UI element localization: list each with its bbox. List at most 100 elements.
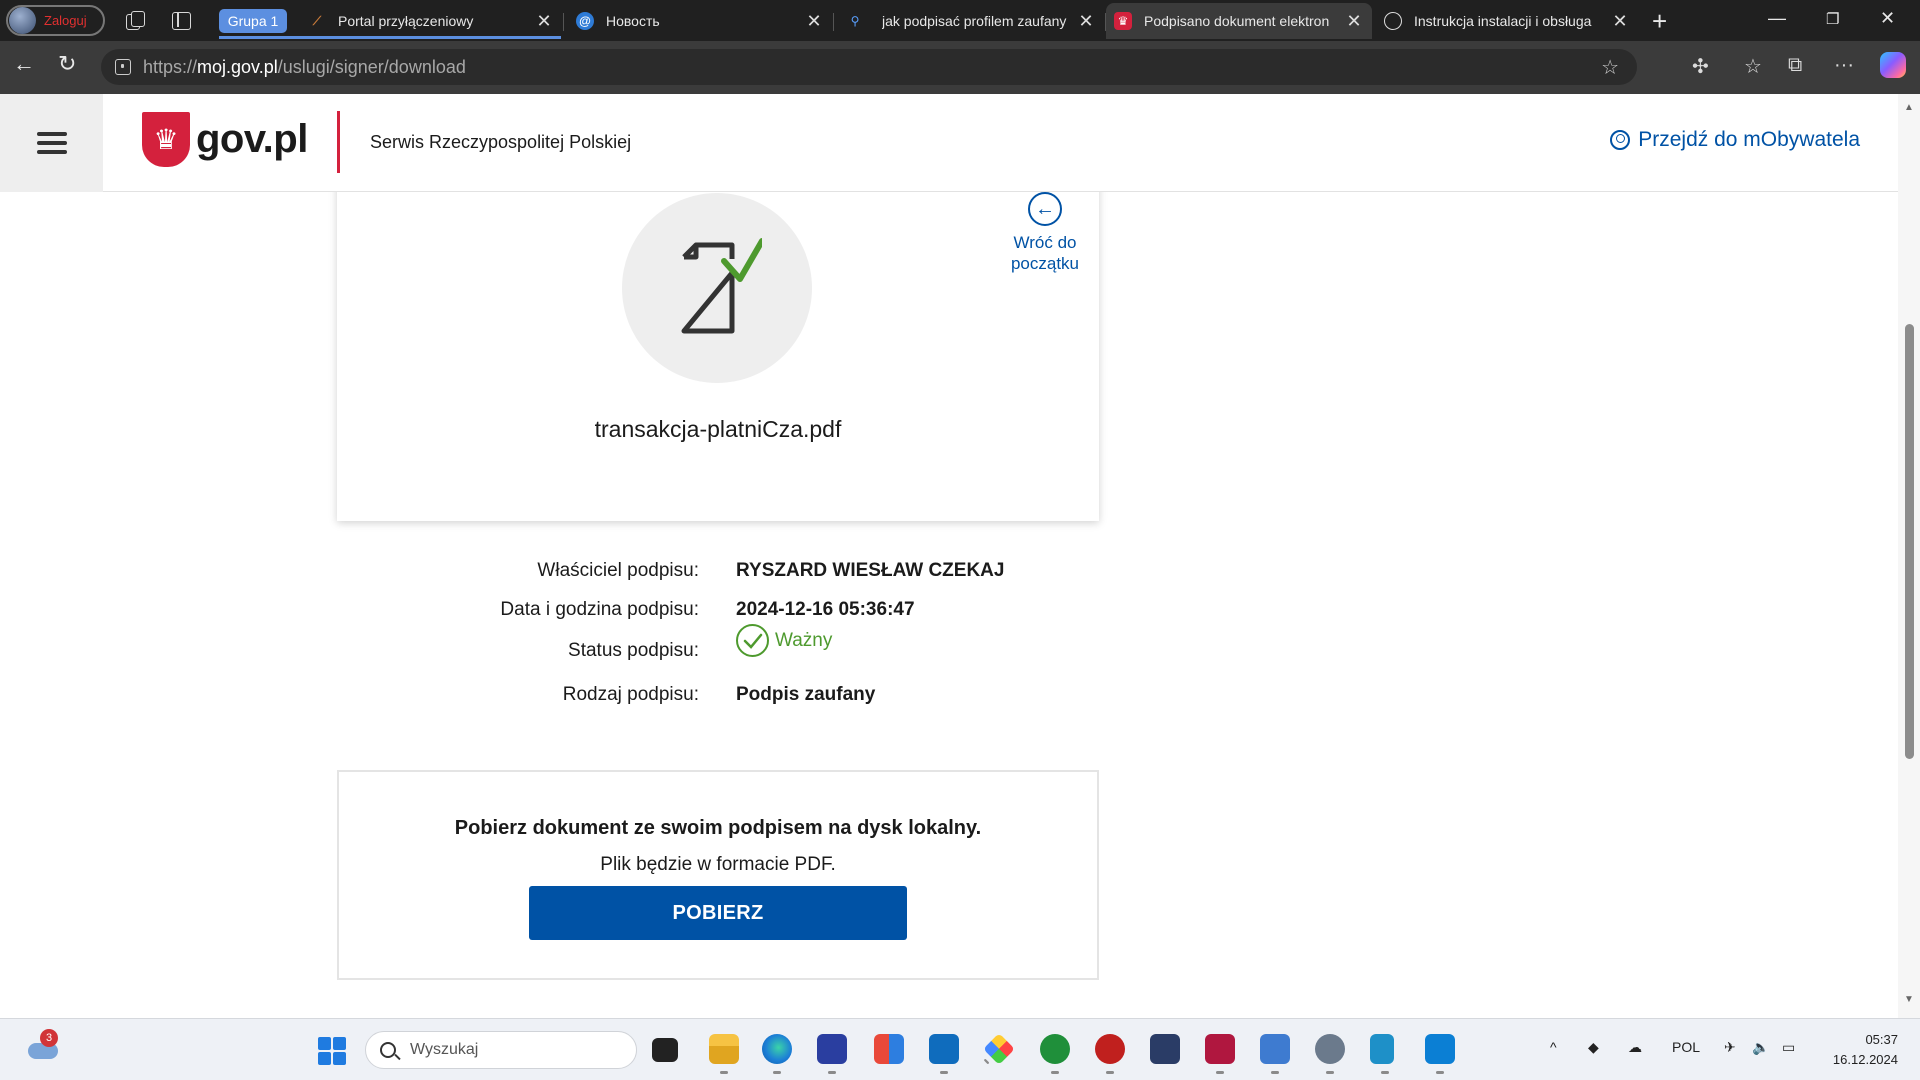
colorful-app-icon[interactable] xyxy=(983,1033,1015,1065)
copilot-icon[interactable] xyxy=(1880,52,1906,78)
site-info-icon[interactable] xyxy=(115,59,131,75)
at-sign-icon: @ xyxy=(576,12,594,30)
close-tab-icon[interactable]: ✕ xyxy=(1076,11,1096,32)
close-tab-icon[interactable]: ✕ xyxy=(1344,11,1364,32)
close-tab-icon[interactable]: ✕ xyxy=(804,11,824,32)
workspaces-icon[interactable] xyxy=(124,10,146,32)
url-path: /uslugi/signer/download xyxy=(277,56,466,77)
tab-title: Instrukcja instalacji i obsługa xyxy=(1414,13,1592,29)
page-scrollbar[interactable]: ▲ ▼ xyxy=(1898,94,1920,1018)
show-hidden-icons[interactable]: ^ xyxy=(1550,1039,1557,1055)
status-value: Ważny xyxy=(736,624,832,657)
menu-button[interactable] xyxy=(0,94,103,192)
clock-time: 05:37 xyxy=(1865,1032,1898,1047)
owner-value: RYSZARD WIESŁAW CZEKAJ xyxy=(736,560,1005,581)
tab-title: Portal przyłączeniowy xyxy=(338,13,474,29)
more-menu-icon[interactable]: ··· xyxy=(1834,54,1854,77)
mobywatel-link[interactable]: Przejdź do mObywatela xyxy=(1610,128,1860,152)
task-view-icon[interactable] xyxy=(652,1038,678,1062)
red-app-icon[interactable] xyxy=(1095,1034,1125,1074)
address-bar[interactable]: https://moj.gov.pl/uslugi/signer/downloa… xyxy=(101,49,1637,85)
browser-toolbar: ← ↻ https://moj.gov.pl/uslugi/signer/dow… xyxy=(0,41,1920,94)
start-button[interactable] xyxy=(318,1037,346,1065)
search-icon: ⚲ xyxy=(850,14,860,28)
favorite-star-icon[interactable]: ☆ xyxy=(1601,55,1619,80)
virtualbox-icon[interactable] xyxy=(1150,1034,1180,1064)
taskbar-search[interactable]: Wyszukaj xyxy=(365,1031,637,1069)
close-window-icon[interactable]: ✕ xyxy=(1880,8,1895,29)
restore-icon[interactable]: ❐ xyxy=(1826,10,1839,28)
tab-title: jak podpisać profilem zaufany xyxy=(882,13,1067,29)
url-text: https://moj.gov.pl/uslugi/signer/downloa… xyxy=(143,57,466,78)
refresh-icon[interactable]: ↻ xyxy=(58,51,76,77)
back-icon[interactable]: ← xyxy=(13,51,35,77)
close-tab-icon[interactable]: ✕ xyxy=(1610,11,1630,32)
download-button[interactable]: POBIERZ xyxy=(529,886,907,940)
notepad-icon[interactable] xyxy=(1370,1034,1394,1074)
volume-icon[interactable]: 🔈 xyxy=(1752,1039,1769,1056)
document-filename: transakcja-platniCza.pdf xyxy=(594,416,842,442)
status-label: Status podpisu: xyxy=(568,640,699,661)
pink-app-icon[interactable] xyxy=(1205,1034,1235,1074)
favorites-icon[interactable]: ☆ xyxy=(1744,54,1762,79)
back-to-start-link[interactable]: ← Wróć do początku xyxy=(990,192,1100,274)
battery-icon[interactable]: ▭ xyxy=(1782,1039,1795,1056)
extensions-icon[interactable]: ✣ xyxy=(1692,54,1709,79)
type-label: Rodzaj podpisu: xyxy=(562,684,699,705)
user-circle-icon xyxy=(1610,130,1631,150)
owner-row: Właściciel podpisu: RYSZARD WIESŁAW CZEK… xyxy=(337,560,1099,582)
arrow-left-circle-icon: ← xyxy=(1028,192,1062,226)
tab-novost[interactable]: @ Новость ✕ xyxy=(570,3,834,39)
close-tab-icon[interactable]: ✕ xyxy=(534,11,554,32)
status-text: Ważny xyxy=(775,629,833,651)
outlook-icon[interactable] xyxy=(929,1034,959,1074)
tab-group-label[interactable]: Grupa 1 xyxy=(219,9,287,33)
status-row: Status podpisu: Ważny xyxy=(337,624,1099,662)
gov-logo[interactable]: ♛ gov.pl xyxy=(142,112,308,167)
language-indicator[interactable]: POL xyxy=(1672,1039,1700,1055)
avatar xyxy=(9,7,36,34)
scrollbar-thumb[interactable] xyxy=(1905,324,1914,759)
date-row: Data i godzina podpisu: 2024-12-16 05:36… xyxy=(337,599,1099,621)
hamburger-icon xyxy=(36,132,67,154)
dropbox-icon[interactable]: ◆ xyxy=(1588,1039,1599,1056)
edge-browser-icon[interactable] xyxy=(762,1034,792,1074)
download-title: Pobierz dokument ze swoim podpisem na dy… xyxy=(454,817,982,839)
back-label-1: Wróć do xyxy=(1013,233,1077,252)
site-header: ♛ gov.pl Serwis Rzeczypospolitej Polskie… xyxy=(0,94,1898,192)
check-circle-icon xyxy=(736,624,769,657)
tab-instructions[interactable]: Instrukcja instalacji i obsługa ✕ xyxy=(1376,3,1638,39)
document-card: ← Wróć do początku transakcja-platniCza.… xyxy=(337,154,1099,521)
scroll-down-icon[interactable]: ▼ xyxy=(1904,994,1914,1005)
profile-button[interactable]: Zaloguj xyxy=(6,5,105,36)
vertical-tabs-icon[interactable] xyxy=(170,10,192,32)
file-explorer-icon[interactable] xyxy=(709,1034,739,1074)
collections-icon[interactable]: ⧉ xyxy=(1788,54,1802,77)
portal-favicon-icon: ⟋ xyxy=(312,13,322,28)
tab-title: Новость xyxy=(606,13,660,29)
save-disk-icon[interactable] xyxy=(817,1034,847,1074)
download-box: Pobierz dokument ze swoim podpisem na dy… xyxy=(337,770,1099,980)
tab-search[interactable]: ⚲ jak podpisać profilem zaufany ✕ xyxy=(840,3,1106,39)
vscode-icon[interactable] xyxy=(1425,1034,1455,1074)
type-value: Podpis zaufany xyxy=(736,684,876,705)
url-host: moj.gov.pl xyxy=(197,56,278,77)
date-value: 2024-12-16 05:36:47 xyxy=(736,599,915,620)
page-viewport: ♛ gov.pl Serwis Rzeczypospolitej Polskie… xyxy=(0,94,1920,1018)
settings-gear-icon[interactable] xyxy=(1315,1034,1345,1074)
airplane-mode-icon[interactable]: ✈ xyxy=(1724,1039,1736,1056)
new-tab-icon[interactable]: + xyxy=(1652,6,1667,37)
tab-title: Podpisano dokument elektron xyxy=(1144,13,1330,29)
store-icon[interactable] xyxy=(874,1034,904,1064)
system-clock[interactable]: 05:37 16.12.2024 xyxy=(1812,1030,1898,1070)
clock-date: 16.12.2024 xyxy=(1832,1052,1898,1067)
cloud-sync-icon[interactable]: ☁ xyxy=(1628,1039,1642,1056)
tab-signed-document[interactable]: ♛ Podpisano dokument elektron ✕ xyxy=(1106,3,1372,39)
network-app-icon[interactable] xyxy=(1260,1034,1290,1074)
scroll-up-icon[interactable]: ▲ xyxy=(1904,102,1914,113)
green-globe-icon[interactable] xyxy=(1040,1034,1070,1074)
tab-portal[interactable]: ⟋ Portal przyłączeniowy ✕ xyxy=(300,3,564,39)
minimize-icon[interactable]: — xyxy=(1768,8,1786,29)
windows-taskbar: 3 Wyszukaj ^ ◆ ☁ POL ✈ 🔈 ▭ 05:37 16.12.2… xyxy=(0,1018,1920,1080)
search-icon xyxy=(380,1042,396,1058)
